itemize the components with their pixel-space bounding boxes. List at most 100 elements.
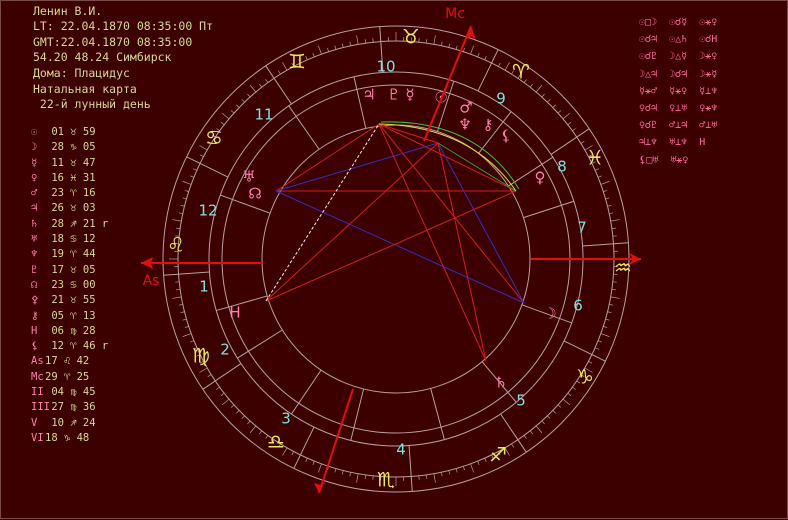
degree-tick bbox=[350, 42, 351, 46]
house-cusp bbox=[216, 296, 267, 311]
aspect-line bbox=[379, 124, 486, 361]
degree-tick bbox=[426, 475, 427, 479]
degree-tick bbox=[505, 62, 510, 70]
degree-tick bbox=[563, 113, 570, 119]
degree-tick bbox=[536, 426, 542, 433]
degree-tick bbox=[365, 39, 366, 43]
house-cusp bbox=[289, 106, 319, 149]
degree-tick bbox=[313, 53, 314, 57]
degree-tick bbox=[185, 326, 189, 327]
degree-tick bbox=[547, 416, 550, 419]
degree-tick bbox=[588, 361, 592, 363]
zodiac-sign-icon: ♈ bbox=[512, 60, 530, 84]
sign-boundary bbox=[409, 446, 412, 492]
degree-tick bbox=[259, 431, 261, 434]
house-cusp bbox=[291, 370, 321, 414]
zodiac-sign-icon: ♐ bbox=[489, 443, 507, 467]
degree-tick bbox=[581, 141, 584, 143]
degree-tick bbox=[318, 46, 321, 54]
degree-tick bbox=[357, 474, 359, 483]
degree-tick bbox=[200, 155, 204, 157]
degree-tick bbox=[183, 334, 191, 337]
degree-tick bbox=[183, 181, 191, 184]
degree-tick bbox=[456, 46, 457, 50]
degree-tick bbox=[222, 113, 229, 119]
zodiac-sign-icon: ♊ bbox=[288, 50, 306, 74]
house-number: 3 bbox=[281, 410, 291, 428]
degree-tick bbox=[595, 348, 599, 350]
house-number: 9 bbox=[496, 90, 506, 108]
degree-tick bbox=[471, 46, 474, 54]
degree-tick bbox=[434, 35, 436, 44]
degree-tick bbox=[601, 334, 609, 337]
zodiac-sign-icon: ♓ bbox=[586, 146, 604, 170]
degree-tick bbox=[176, 228, 180, 229]
degree-tick bbox=[608, 205, 612, 206]
venus-icon: ♀ bbox=[535, 169, 546, 187]
house-number: 5 bbox=[516, 392, 526, 410]
degree-tick bbox=[179, 304, 183, 305]
degree-tick bbox=[318, 464, 321, 472]
degree-tick bbox=[612, 289, 616, 290]
degree-tick bbox=[247, 94, 250, 97]
degree-tick bbox=[185, 190, 189, 191]
degree-tick bbox=[434, 474, 436, 483]
degree-tick bbox=[611, 297, 620, 299]
degree-tick bbox=[463, 48, 464, 52]
wheel-ring bbox=[262, 125, 530, 393]
degree-tick bbox=[266, 79, 268, 82]
degree-tick bbox=[524, 435, 526, 438]
aspect-line bbox=[276, 124, 379, 191]
degree-tick bbox=[250, 426, 256, 433]
degree-tick bbox=[221, 393, 224, 395]
degree-tick bbox=[606, 319, 610, 320]
degree-tick bbox=[222, 399, 229, 405]
natal-chart-wheel: ♈♉♊♋♌♍♎♏♐♑♒♓123456789101112♃♇☿☉♂♆⚷⚸♀☽♄♅☊… bbox=[1, 1, 788, 520]
house-number: 8 bbox=[557, 158, 567, 176]
degree-tick bbox=[598, 176, 602, 177]
degree-tick bbox=[183, 319, 187, 320]
house-number: 2 bbox=[220, 341, 230, 359]
degree-tick bbox=[563, 399, 570, 405]
degree-tick bbox=[335, 469, 336, 473]
sign-boundary bbox=[583, 243, 629, 246]
house-cusp bbox=[351, 389, 364, 440]
degree-tick bbox=[327, 48, 328, 52]
degree-tick bbox=[542, 94, 545, 97]
degree-tick bbox=[292, 451, 294, 455]
aspect-line bbox=[438, 143, 524, 303]
degree-tick bbox=[598, 341, 602, 342]
degree-tick bbox=[350, 472, 351, 476]
degree-tick bbox=[342, 471, 343, 475]
neptune-icon: ♆ bbox=[458, 116, 471, 134]
degree-tick bbox=[553, 105, 556, 108]
house-number: 11 bbox=[254, 106, 273, 124]
zodiac-sign-icon: ♉ bbox=[402, 25, 420, 49]
ic-arrow-icon bbox=[314, 482, 325, 493]
aspect-arc bbox=[381, 122, 519, 189]
degree-tick bbox=[463, 466, 464, 470]
degree-tick bbox=[441, 472, 442, 476]
sign-boundary bbox=[164, 272, 210, 275]
chiron-icon: ⚷ bbox=[483, 116, 494, 134]
degree-tick bbox=[247, 421, 250, 424]
degree-tick bbox=[231, 405, 234, 408]
degree-tick bbox=[530, 431, 532, 434]
degree-tick bbox=[606, 198, 610, 199]
degree-tick bbox=[250, 85, 256, 92]
zodiac-sign-icon: ♋ bbox=[205, 126, 223, 150]
degree-tick bbox=[335, 46, 336, 50]
degree-tick bbox=[172, 297, 181, 299]
degree-tick bbox=[498, 63, 500, 67]
saturn-icon: ♄ bbox=[494, 374, 507, 392]
house-cusp bbox=[220, 195, 270, 213]
degree-tick bbox=[572, 129, 575, 131]
degree-tick bbox=[176, 289, 180, 290]
degree-tick bbox=[441, 42, 442, 46]
uranus-icon: ♅ bbox=[242, 168, 255, 186]
house-number: 4 bbox=[396, 441, 406, 459]
degree-tick bbox=[612, 228, 616, 229]
degree-tick bbox=[485, 458, 487, 462]
house-number: 6 bbox=[573, 297, 583, 315]
degree-tick bbox=[536, 85, 542, 92]
